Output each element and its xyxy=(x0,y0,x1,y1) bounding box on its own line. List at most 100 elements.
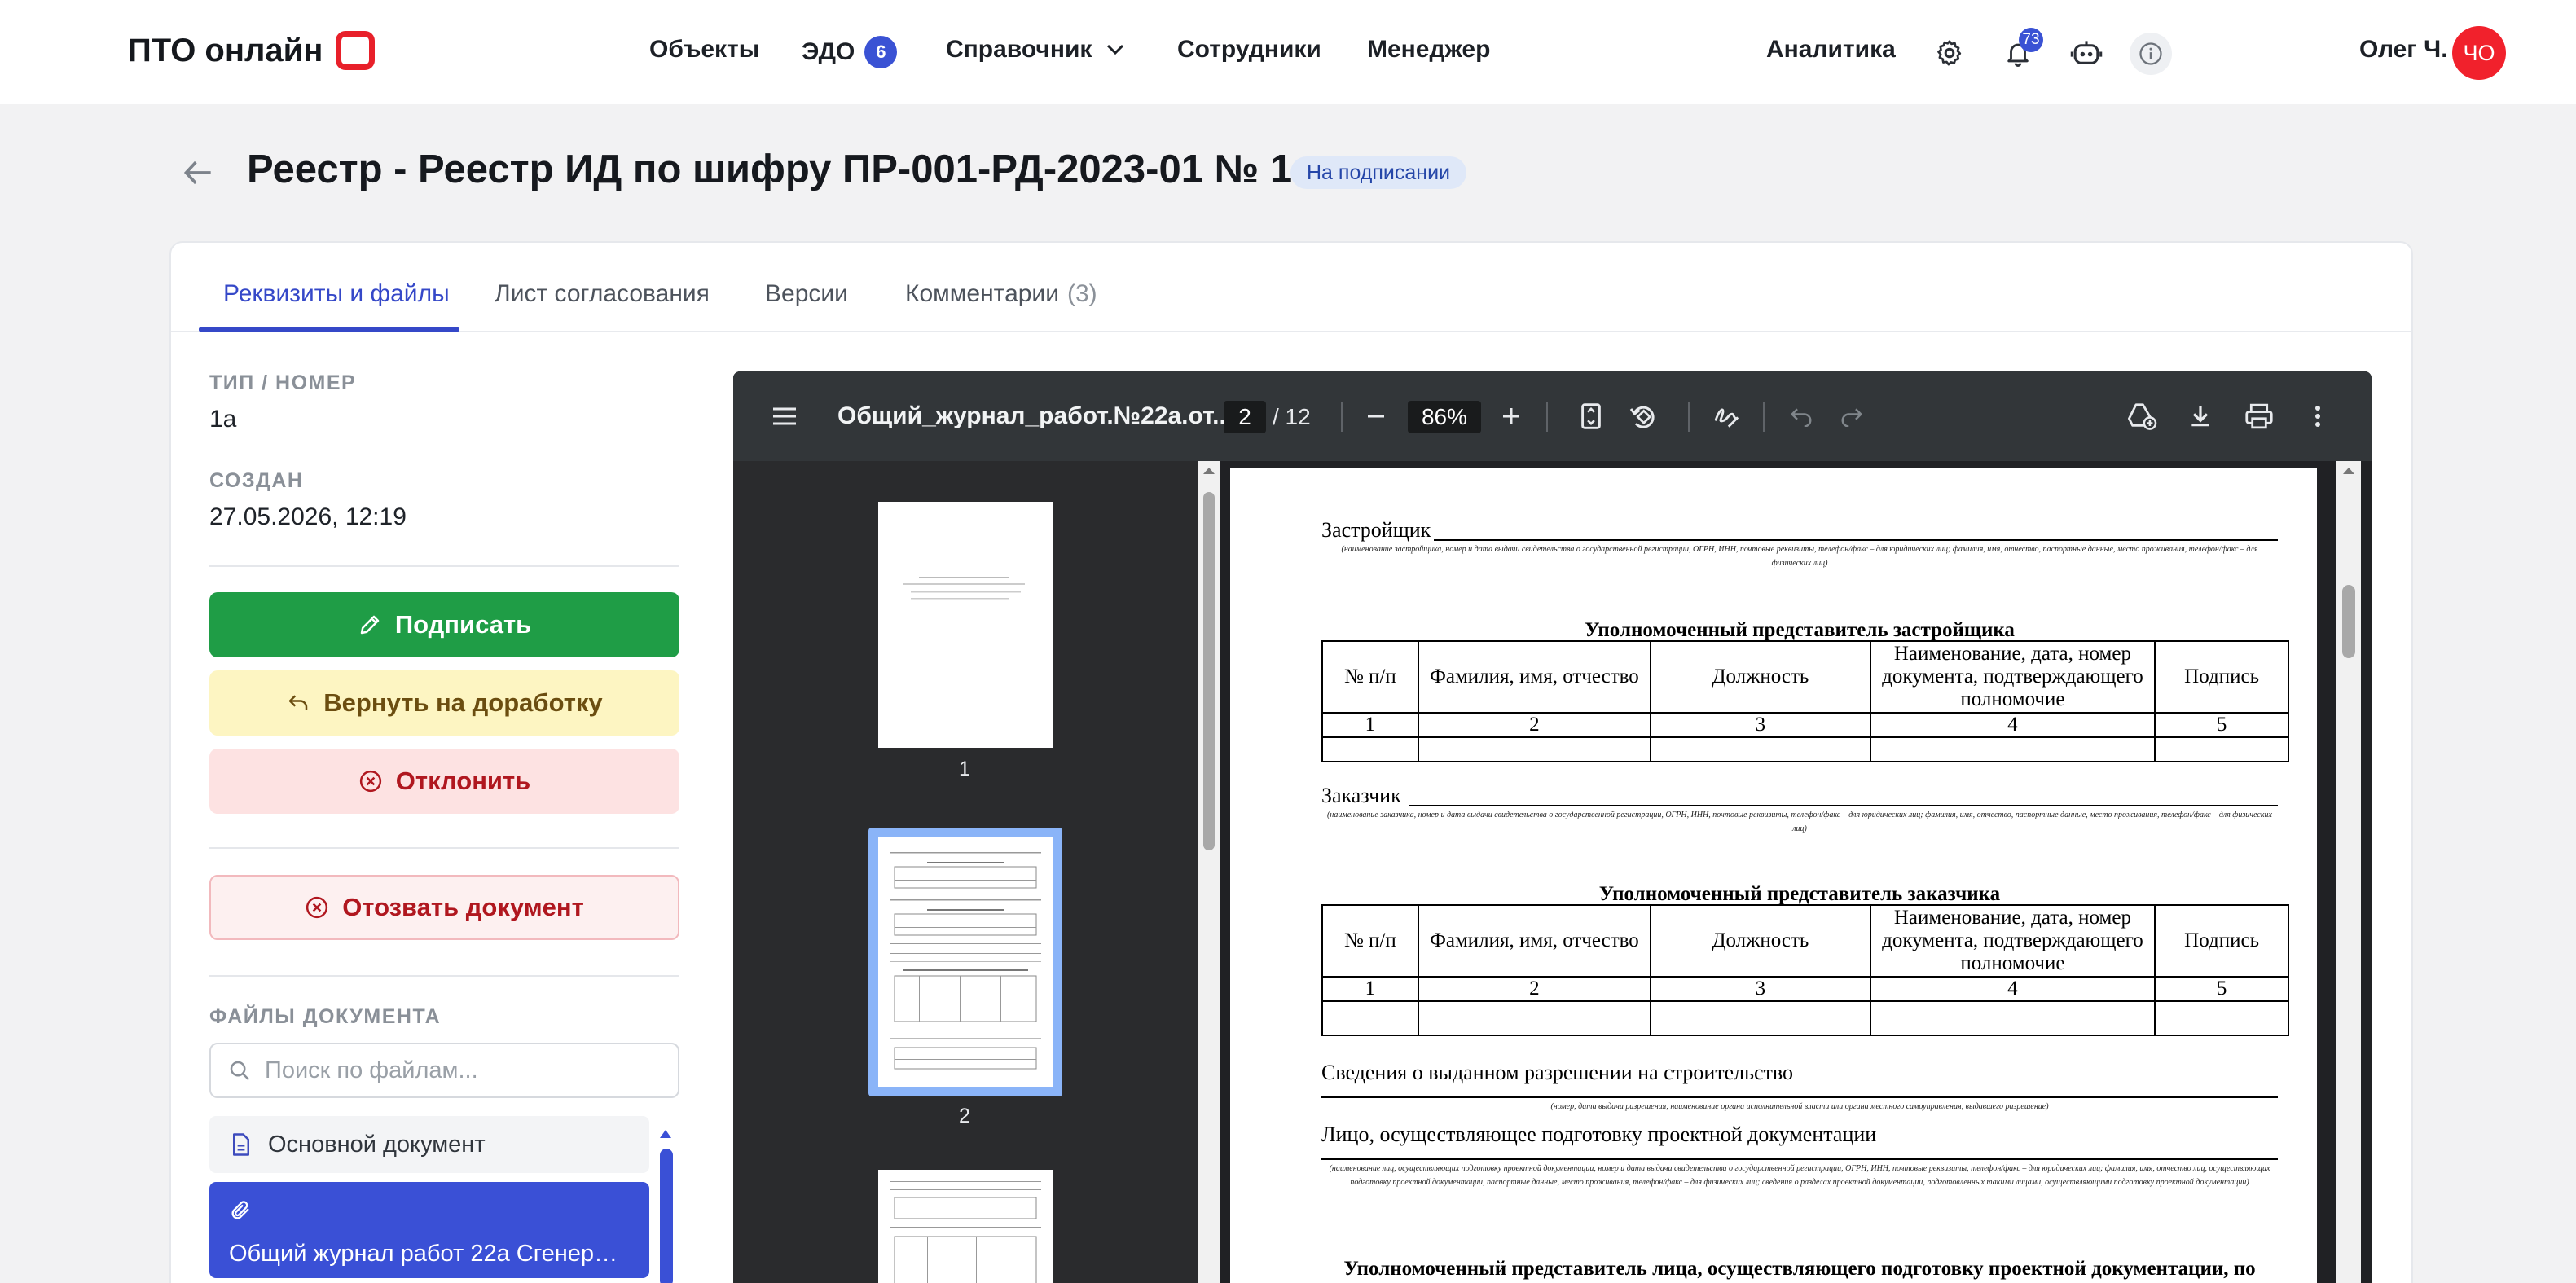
tab-approval-sheet[interactable]: Лист согласования xyxy=(495,280,710,308)
settings-button[interactable] xyxy=(1929,33,1970,73)
nav-item-label: Справочник xyxy=(946,36,1092,63)
nav-item-label: Аналитика xyxy=(1766,36,1896,63)
zoom-out-button[interactable] xyxy=(1357,398,1395,435)
pdf-toolbar: Общий_журнал_работ.№22а.от... 2 / 12 86% xyxy=(733,371,2372,461)
table-header-cell: Должность xyxy=(1650,640,1871,714)
tab-versions[interactable]: Версии xyxy=(765,280,848,308)
table-header-cell: Фамилия, имя, отчество xyxy=(1417,640,1652,714)
return-button-label: Вернуть на доработку xyxy=(323,688,603,717)
assistant-button[interactable] xyxy=(2066,33,2107,73)
annotate-button[interactable] xyxy=(1708,398,1745,435)
redo-button[interactable] xyxy=(1833,398,1870,435)
page-thumbnail-preview xyxy=(890,1181,1041,1283)
tab-comments[interactable]: Комментарии (3) xyxy=(905,280,1097,308)
fit-page-icon xyxy=(1581,403,1601,429)
file-item-main-document[interactable]: Основной документ xyxy=(209,1116,649,1173)
file-search-input[interactable] xyxy=(265,1057,656,1084)
circle-x-icon xyxy=(359,770,381,793)
page-thumbnail-2[interactable] xyxy=(878,837,1053,1087)
table-cell: 1 xyxy=(1321,976,1419,1002)
sidebar-toggle-button[interactable] xyxy=(766,398,803,435)
table-cell xyxy=(1417,1000,1652,1036)
tab-details-and-files[interactable]: Реквизиты и файлы xyxy=(223,280,450,308)
logo-text: ПТО онлайн xyxy=(128,32,323,68)
return-for-revision-button[interactable]: Вернуть на доработку xyxy=(209,670,679,736)
developer-hint: (наименование застройщика, номер и дата … xyxy=(1341,545,2258,568)
underline xyxy=(1321,1096,2278,1098)
logo[interactable]: ПТО онлайн xyxy=(128,31,376,70)
type-number-label: ТИП / НОМЕР xyxy=(209,371,357,394)
nav-item-manager[interactable]: Менеджер xyxy=(1367,36,1490,64)
nav-item-label: Менеджер xyxy=(1367,36,1491,63)
sign-button[interactable]: Подписать xyxy=(209,592,679,657)
more-options-button[interactable] xyxy=(2299,398,2336,435)
toolbar-separator xyxy=(1688,402,1690,432)
table-cell: 4 xyxy=(1869,712,2156,738)
info-button[interactable] xyxy=(2130,33,2172,75)
table-header-cell: Подпись xyxy=(2154,904,2289,978)
file-list-scrollbar[interactable] xyxy=(660,1149,673,1283)
nav-item-objects[interactable]: Объекты xyxy=(649,36,759,64)
pdf-viewer: Общий_журнал_работ.№22а.от... 2 / 12 86% xyxy=(733,371,2372,1283)
page-number-input[interactable]: 2 xyxy=(1224,401,1266,433)
table-cell: 4 xyxy=(1869,976,2156,1002)
designer-hint: (наименование лиц, осуществляющих подгот… xyxy=(1329,1164,2270,1187)
table-cell xyxy=(1869,1000,2156,1036)
zoom-in-button[interactable] xyxy=(1492,398,1530,435)
reject-button[interactable]: Отклонить xyxy=(209,749,679,814)
zoom-level-input[interactable]: 86% xyxy=(1408,401,1481,433)
developer-label: Застройщик xyxy=(1321,518,1431,542)
minus-icon xyxy=(1368,415,1384,418)
table-cell xyxy=(1650,736,1871,762)
thumbnail-number: 2 xyxy=(959,1105,970,1127)
thumbnail-number: 1 xyxy=(959,758,970,780)
table-cell: 5 xyxy=(2154,976,2289,1002)
table-header-cell: № п/п xyxy=(1321,640,1419,714)
reject-button-label: Отклонить xyxy=(395,767,531,795)
nav-item-edo[interactable]: ЭДО 6 xyxy=(802,36,898,68)
fit-page-button[interactable] xyxy=(1572,398,1610,435)
page-scrollbar-thumb[interactable] xyxy=(2342,585,2355,658)
toolbar-separator xyxy=(1546,402,1548,432)
revoke-document-button[interactable]: Отозвать документ xyxy=(209,875,679,940)
print-button[interactable] xyxy=(2240,398,2278,435)
table-cell xyxy=(1869,736,2156,762)
arrow-left-icon xyxy=(183,160,211,185)
nav-item-employees[interactable]: Сотрудники xyxy=(1177,36,1321,64)
tab-bar: Реквизиты и файлы Лист согласования Верс… xyxy=(171,243,2411,332)
back-button[interactable] xyxy=(181,155,217,191)
file-item-label: Основной документ xyxy=(268,1131,486,1158)
save-to-drive-button[interactable] xyxy=(2123,398,2161,435)
download-icon xyxy=(2191,406,2209,427)
table-cell: 1 xyxy=(1321,712,1419,738)
signature-icon xyxy=(1714,408,1739,428)
download-button[interactable] xyxy=(2182,398,2219,435)
table-cell: 5 xyxy=(2154,712,2289,738)
table-cell: 2 xyxy=(1417,976,1652,1002)
file-search-field[interactable] xyxy=(209,1043,679,1098)
type-number-value: 1а xyxy=(209,406,237,433)
nav-item-reference[interactable]: Справочник xyxy=(946,36,1124,64)
undo-icon xyxy=(1790,408,1812,427)
robot-icon xyxy=(2070,41,2103,64)
file-item-active[interactable]: Общий журнал работ 22а Сгенерированный xyxy=(209,1182,649,1278)
nav-item-analytics[interactable]: Аналитика xyxy=(1766,36,1896,64)
page-thumbnail-3[interactable] xyxy=(878,1170,1053,1283)
user-name[interactable]: Олег Ч. xyxy=(2359,36,2448,64)
nav-item-label: ЭДО xyxy=(802,38,855,65)
table-cell xyxy=(1417,736,1652,762)
chevron-down-icon xyxy=(1107,44,1124,55)
undo-button[interactable] xyxy=(1783,398,1820,435)
thumbnail-sidebar: 1 2 xyxy=(733,461,1198,1283)
thumbnail-scrollbar-thumb[interactable] xyxy=(1203,492,1215,850)
rotate-button[interactable] xyxy=(1624,398,1662,435)
scroll-up-arrow-icon xyxy=(1203,468,1215,474)
search-icon xyxy=(230,1061,250,1081)
table-cell xyxy=(2154,1000,2289,1036)
underline xyxy=(1321,1158,2278,1160)
info-icon xyxy=(2139,42,2162,65)
table-cell: 3 xyxy=(1650,976,1871,1002)
table-cell: 2 xyxy=(1417,712,1652,738)
avatar[interactable]: ЧО xyxy=(2452,26,2506,80)
page-thumbnail-1[interactable] xyxy=(878,502,1053,748)
